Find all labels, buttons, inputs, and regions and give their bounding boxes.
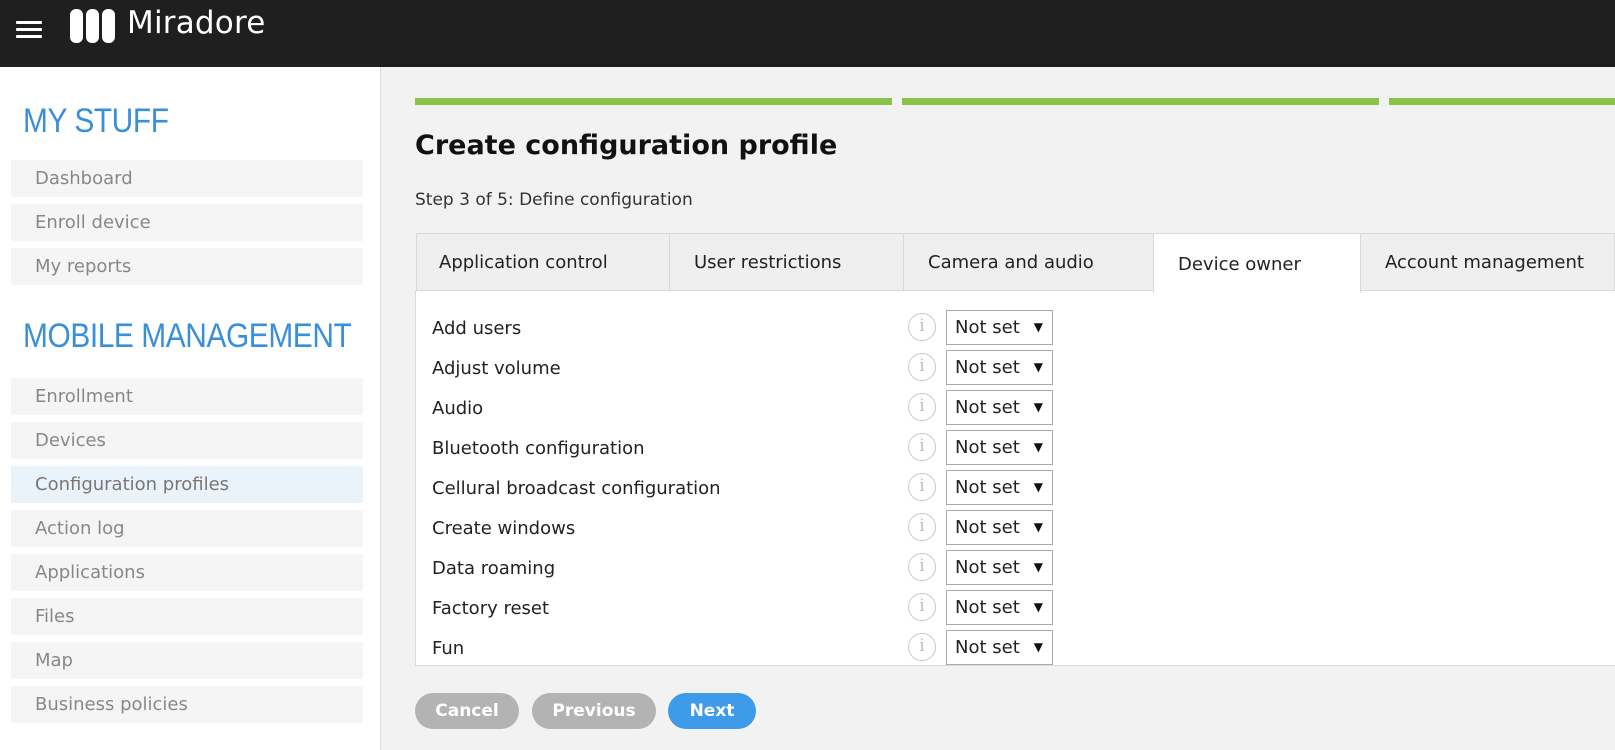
cancel-button[interactable]: Cancel <box>415 693 519 729</box>
chevron-down-icon: ▼ <box>1033 360 1043 374</box>
sidebar-item-enroll-device[interactable]: Enroll device <box>11 204 363 241</box>
setting-select-data-roaming[interactable]: Not set ▼ <box>946 550 1053 585</box>
sidebar-item-files[interactable]: Files <box>11 598 363 635</box>
info-icon[interactable]: i <box>908 553 936 581</box>
sidebar-item-map[interactable]: Map <box>11 642 363 679</box>
step-indicator: Step 3 of 5: Define configuration <box>415 190 693 210</box>
sidebar-heading-mobile-management: MOBILE MANAGEMENT <box>23 317 352 355</box>
chevron-down-icon: ▼ <box>1033 520 1043 534</box>
sidebar-item-applications[interactable]: Applications <box>11 554 363 591</box>
sidebar-item-configuration-profiles[interactable]: Configuration profiles <box>11 466 363 503</box>
sidebar-item-devices[interactable]: Devices <box>11 422 363 459</box>
setting-label-create-windows: Create windows <box>432 518 576 539</box>
progress-step-1 <box>415 98 892 105</box>
info-icon[interactable]: i <box>908 393 936 421</box>
hamburger-menu-icon[interactable] <box>16 17 44 41</box>
setting-label-data-roaming: Data roaming <box>432 558 556 579</box>
sidebar-heading-my-stuff: MY STUFF <box>23 102 169 140</box>
tab-application-control[interactable]: Application control <box>416 233 670 291</box>
setting-select-audio[interactable]: Not set ▼ <box>946 390 1053 425</box>
chevron-down-icon: ▼ <box>1033 320 1043 334</box>
sidebar-item-my-reports[interactable]: My reports <box>11 248 363 285</box>
info-icon[interactable]: i <box>908 513 936 541</box>
next-button[interactable]: Next <box>668 693 756 729</box>
tab-camera-and-audio[interactable]: Camera and audio <box>903 233 1154 291</box>
sidebar-item-action-log[interactable]: Action log <box>11 510 363 547</box>
setting-label-add-users: Add users <box>432 318 522 339</box>
setting-select-create-windows[interactable]: Not set ▼ <box>946 510 1053 545</box>
chevron-down-icon: ▼ <box>1033 480 1043 494</box>
setting-label-cellural-broadcast-configuration: Cellural broadcast configuration <box>432 478 721 499</box>
page-title: Create configuration profile <box>415 130 838 161</box>
setting-select-adjust-volume[interactable]: Not set ▼ <box>946 350 1053 385</box>
info-icon[interactable]: i <box>908 433 936 461</box>
sidebar-item-enrollment[interactable]: Enrollment <box>11 378 363 415</box>
previous-button[interactable]: Previous <box>532 693 656 729</box>
setting-label-adjust-volume: Adjust volume <box>432 358 561 379</box>
chevron-down-icon: ▼ <box>1033 440 1043 454</box>
progress-step-2 <box>902 98 1379 105</box>
tab-device-owner[interactable]: Device owner <box>1153 233 1361 293</box>
chevron-down-icon: ▼ <box>1033 400 1043 414</box>
sidebar-item-dashboard[interactable]: Dashboard <box>11 160 363 197</box>
info-icon[interactable]: i <box>908 313 936 341</box>
info-icon[interactable]: i <box>908 353 936 381</box>
tab-user-restrictions[interactable]: User restrictions <box>669 233 904 291</box>
sidebar-item-business-policies[interactable]: Business policies <box>11 686 363 723</box>
chevron-down-icon: ▼ <box>1033 600 1043 614</box>
setting-label-audio: Audio <box>432 398 484 419</box>
setting-label-bluetooth-configuration: Bluetooth configuration <box>432 438 645 459</box>
setting-select-factory-reset[interactable]: Not set ▼ <box>946 590 1053 625</box>
info-icon[interactable]: i <box>908 593 936 621</box>
setting-select-cellural-broadcast-configuration[interactable]: Not set ▼ <box>946 470 1053 505</box>
setting-label-fun: Fun <box>432 638 465 659</box>
top-bar: Miradore <box>0 0 1615 67</box>
info-icon[interactable]: i <box>908 473 936 501</box>
setting-select-bluetooth-configuration[interactable]: Not set ▼ <box>946 430 1053 465</box>
setting-label-factory-reset: Factory reset <box>432 598 550 619</box>
tab-account-management[interactable]: Account management <box>1360 233 1615 291</box>
progress-step-3 <box>1389 98 1615 105</box>
setting-select-fun[interactable]: Not set ▼ <box>946 630 1053 665</box>
info-icon[interactable]: i <box>908 633 936 661</box>
chevron-down-icon: ▼ <box>1033 640 1043 654</box>
setting-select-add-users[interactable]: Not set ▼ <box>946 310 1053 345</box>
chevron-down-icon: ▼ <box>1033 560 1043 574</box>
miradore-logo-icon <box>70 9 116 43</box>
app-name: Miradore <box>127 5 266 41</box>
